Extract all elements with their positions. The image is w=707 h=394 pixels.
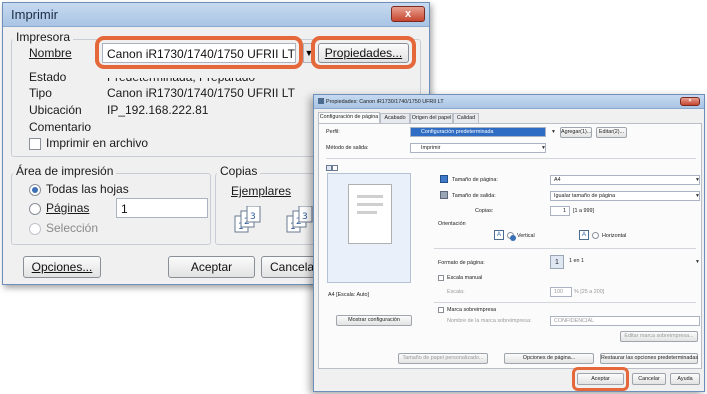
vertical-radio[interactable] <box>507 232 516 241</box>
all-pages-radio[interactable] <box>29 184 41 196</box>
print-to-file-label: Imprimir en archivo <box>46 136 149 150</box>
collate-icon: 1 2 3 <box>234 206 261 233</box>
page-size-chevron-down-icon[interactable]: ▼ <box>695 177 700 183</box>
page-format-label: Formato de página: <box>438 260 485 266</box>
preview-caption: A4 [Escala: Auto] <box>328 292 370 298</box>
selection-radio[interactable] <box>29 223 41 235</box>
horizontal-label: Horizontal <box>602 233 627 239</box>
scale-label: Escala: <box>447 289 465 295</box>
print-titlebar: Imprimir x <box>3 3 429 27</box>
output-size-select[interactable]: Igualar tamaño de página <box>550 191 700 201</box>
svg-text:3: 3 <box>302 212 308 222</box>
properties-cancel-button[interactable]: Cancelar <box>632 373 666 385</box>
page-options-button[interactable]: Opciones de página... <box>504 353 594 364</box>
print-range-group-label: Área de impresión <box>13 164 117 178</box>
printer-group-label: Impresora <box>13 30 74 44</box>
edit-watermark-button[interactable]: Editar marca sobreimpresa... <box>620 331 698 342</box>
printer-preview-icon[interactable] <box>332 165 338 171</box>
scale-input[interactable]: 100 <box>550 287 572 297</box>
printer-name-label: Nombre <box>29 46 72 60</box>
output-method-select[interactable]: Imprimir <box>410 143 546 153</box>
tab-finishing[interactable]: Acabado <box>380 113 410 123</box>
properties-close-icon[interactable]: × <box>680 97 700 106</box>
copies-range: [1 a 999] <box>573 208 594 214</box>
output-size-icon <box>440 191 448 199</box>
output-method-chevron-down-icon[interactable]: ▼ <box>541 145 546 151</box>
output-size-label: Tamaño de salida: <box>452 193 496 199</box>
profile-label: Perfil: <box>326 129 340 135</box>
page-preview <box>327 173 411 283</box>
properties-dialog-title: Propiedades: Canon iR1730/1740/1750 UFRI… <box>326 99 444 105</box>
divider <box>326 158 696 159</box>
custom-paper-size-button[interactable]: Tamaño de papel personalizado... <box>398 353 488 364</box>
divider <box>434 248 696 249</box>
location-value: IP_192.168.222.81 <box>107 103 209 117</box>
scale-range: % [25 a 200] <box>574 289 605 295</box>
page-format-select[interactable]: 1 en 1 <box>566 257 700 267</box>
copies-input[interactable]: 1 <box>550 206 570 216</box>
help-button[interactable]: Ayuda <box>670 373 700 385</box>
horizontal-radio[interactable] <box>592 232 599 239</box>
output-method-label: Método de salida: <box>326 145 369 151</box>
preview-page <box>348 184 392 244</box>
show-settings-button[interactable]: Mostrar configuración <box>336 315 412 326</box>
orientation-label: Orientación <box>438 221 466 227</box>
print-close-button[interactable]: x <box>391 6 425 22</box>
options-button[interactable]: Opciones... <box>23 256 101 278</box>
copies-label: Copias: <box>475 208 494 214</box>
properties-accept-button[interactable]: Aceptar <box>577 373 624 385</box>
restore-defaults-button[interactable]: Restaurar las opciones predeterminadas <box>600 353 698 364</box>
location-label: Ubicación <box>29 103 82 117</box>
svg-text:3: 3 <box>250 212 256 222</box>
tab-page-setup[interactable]: Configuración de página <box>318 112 380 123</box>
page-format-chevron-down-icon[interactable]: ▼ <box>695 259 700 265</box>
pages-radio[interactable] <box>29 203 41 215</box>
print-dialog-title: Imprimir <box>11 7 58 22</box>
page-size-icon <box>440 175 448 183</box>
watermark-name-label: Nombre de la marca sobreimpresa: <box>447 318 532 324</box>
page-size-label: Tamaño de página: <box>452 177 498 183</box>
selection-label: Selección <box>46 221 99 235</box>
type-value: Canon iR1730/1740/1750 UFRII LT <box>107 86 295 100</box>
divider <box>434 302 696 303</box>
all-pages-label: Todas las hojas <box>46 182 129 196</box>
watermark-select[interactable]: CONFIDENCIAL <box>550 316 700 326</box>
profile-chevron-down-icon[interactable]: ▼ <box>551 129 556 135</box>
comment-label: Comentario <box>29 120 92 134</box>
edit-profile-button[interactable]: Editar(2)... <box>596 127 627 138</box>
vertical-label: Vertical <box>517 233 535 239</box>
copies-group-label: Copias <box>217 164 261 178</box>
pages-label: Páginas <box>46 201 90 215</box>
watermark-label: Marca sobreimpresa <box>447 307 497 313</box>
page-format-icon: 1 <box>550 255 564 269</box>
landscape-icon: A <box>579 230 589 240</box>
properties-button[interactable]: Propiedades... <box>318 43 409 63</box>
output-size-chevron-down-icon[interactable]: ▼ <box>695 193 700 199</box>
status-label: Estado <box>29 70 67 84</box>
profile-select[interactable]: Configuración predeterminada <box>410 127 546 137</box>
manual-scale-label: Escala manual <box>447 275 483 281</box>
add-profile-button[interactable]: Agregar(1)... <box>560 127 592 138</box>
manual-scale-checkbox[interactable] <box>438 275 444 281</box>
tab-paper-source[interactable]: Origen del papel <box>410 113 453 123</box>
print-to-file-checkbox[interactable] <box>29 138 41 150</box>
type-label: Tipo <box>29 86 52 100</box>
properties-titlebar: Propiedades: Canon iR1730/1740/1750 UFRI… <box>314 95 704 109</box>
copies-label: Ejemplares <box>231 184 292 198</box>
page-size-select[interactable]: A4 <box>550 175 700 185</box>
tab-quality[interactable]: Calidad <box>453 113 479 123</box>
portrait-icon: A <box>494 230 504 240</box>
pages-input[interactable]: 1 <box>116 198 208 218</box>
properties-dialog: Propiedades: Canon iR1730/1740/1750 UFRI… <box>313 94 705 392</box>
print-accept-button[interactable]: Aceptar <box>168 256 255 278</box>
printer-name-select[interactable]: Canon iR1730/1740/1750 UFRII LT <box>102 43 296 63</box>
printer-icon <box>318 98 324 104</box>
watermark-checkbox[interactable] <box>438 307 444 313</box>
